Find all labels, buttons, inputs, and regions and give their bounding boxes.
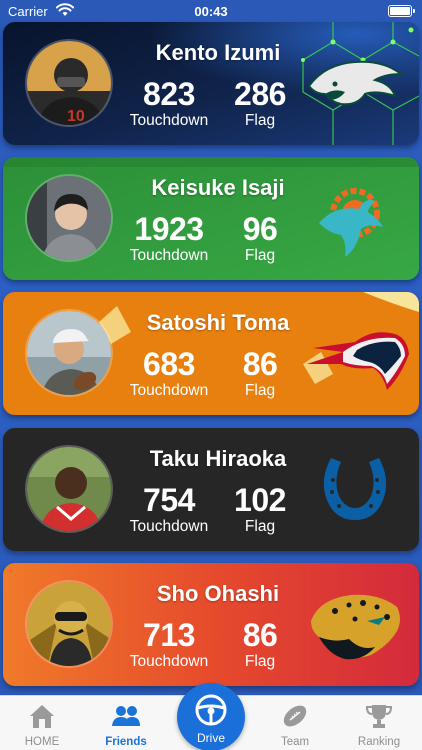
touchdown-count: 823 [143, 76, 195, 112]
horseshoe-logo-icon [323, 458, 387, 520]
player-avatar[interactable] [25, 580, 113, 668]
touchdown-label: Touchdown [129, 653, 209, 670]
player-avatar[interactable]: 10 [25, 39, 113, 127]
flag-count: 102 [234, 482, 286, 518]
player-name: Keisuke Isaji [151, 175, 285, 200]
flag-count: 86 [242, 617, 278, 653]
touchdown-label: Touchdown [129, 382, 209, 399]
player-card[interactable]: 10 Kento Izumi 823 Touchdown 286 Flag [3, 22, 419, 145]
flag-stat: 86 Flag [225, 617, 295, 671]
flag-label: Flag [244, 112, 276, 129]
touchdown-stat: 754 Touchdown [119, 482, 219, 536]
eagle-logo-icon [307, 60, 404, 106]
home-icon [30, 705, 54, 728]
player-name: Satoshi Toma [146, 310, 290, 335]
flag-count: 96 [242, 211, 278, 247]
touchdown-stat: 683 Touchdown [119, 346, 219, 400]
flag-label: Flag [244, 518, 276, 535]
tab-friends[interactable]: Friends [84, 696, 168, 750]
player-card[interactable]: Taku Hiraoka 754 Touchdown 102 Flag [3, 428, 419, 551]
flag-count: 86 [242, 346, 278, 382]
flag-stat: 286 Flag [225, 76, 295, 130]
tab-team[interactable]: Team [253, 696, 337, 750]
player-card[interactable]: Sho Ohashi 713 Touchdown 86 Flag [3, 563, 419, 686]
player-name: Sho Ohashi [156, 581, 280, 606]
touchdown-stat: 713 Touchdown [119, 617, 219, 671]
player-avatar[interactable] [25, 309, 113, 397]
touchdown-count: 713 [143, 617, 195, 653]
touchdown-label: Touchdown [129, 247, 209, 264]
touchdown-count: 754 [143, 482, 195, 518]
battery-icon [388, 5, 415, 17]
player-card[interactable]: Satoshi Toma 683 Touchdown 86 Flag [3, 292, 419, 415]
flag-label: Flag [244, 247, 276, 264]
flag-stat: 86 Flag [225, 346, 295, 400]
flag-count: 286 [234, 76, 286, 112]
football-icon [283, 705, 307, 727]
tab-label: HOME [24, 736, 60, 748]
touchdown-stat: 823 Touchdown [119, 76, 219, 130]
steering-wheel-icon [195, 694, 227, 726]
trophy-icon [365, 705, 393, 728]
flag-stat: 96 Flag [225, 211, 295, 265]
tab-label: Drive [196, 731, 225, 745]
touchdown-count: 1923 [134, 211, 204, 247]
patriot-logo-icon [307, 332, 409, 390]
clock: 00:43 [194, 4, 228, 19]
friends-icon [112, 706, 140, 726]
touchdown-count: 683 [143, 346, 195, 382]
touchdown-label: Touchdown [129, 112, 209, 129]
touchdown-label: Touchdown [129, 518, 209, 535]
tab-ranking[interactable]: Ranking [337, 696, 421, 750]
svg-text:10: 10 [67, 108, 85, 125]
tab-drive[interactable]: Drive [177, 683, 245, 750]
player-name: Kento Izumi [155, 40, 281, 65]
tab-label: Friends [105, 736, 147, 748]
player-avatar[interactable] [25, 445, 113, 533]
flag-stat: 102 Flag [225, 482, 295, 536]
player-name: Taku Hiraoka [149, 446, 287, 471]
tab-label: Team [280, 736, 310, 748]
status-bar: Carrier 00:43 [0, 0, 422, 22]
jaguar-logo-icon [311, 594, 400, 660]
player-avatar[interactable] [25, 174, 113, 262]
player-card[interactable]: Keisuke Isaji 1923 Touchdown 96 Flag [3, 157, 419, 280]
tab-home[interactable]: HOME [0, 696, 84, 750]
flag-label: Flag [244, 382, 276, 399]
touchdown-stat: 1923 Touchdown [119, 211, 219, 265]
tab-label: Ranking [357, 736, 401, 748]
dolphin-logo-icon [319, 188, 383, 257]
flag-label: Flag [244, 653, 276, 670]
